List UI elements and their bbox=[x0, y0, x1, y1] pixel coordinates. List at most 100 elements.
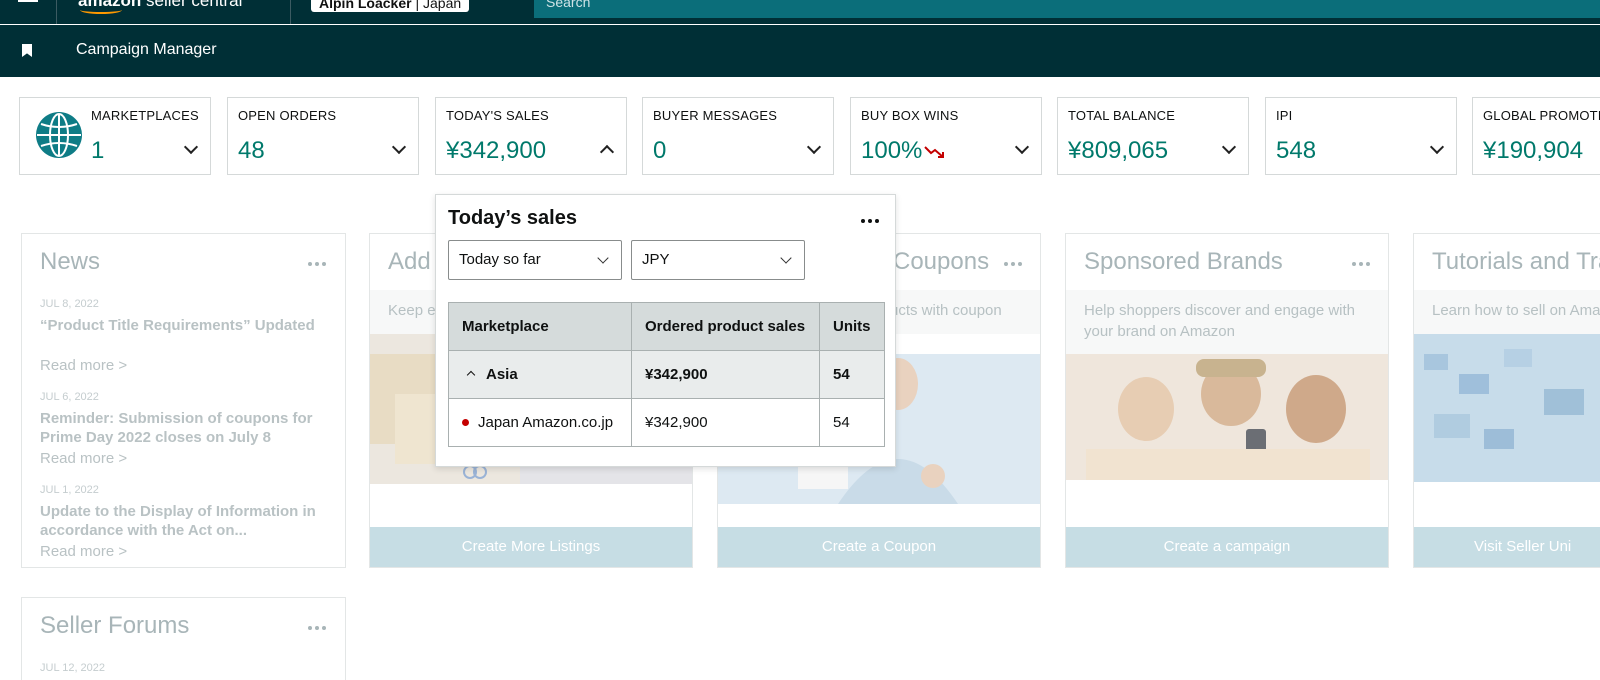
table-header-row: Marketplace Ordered product sales Units bbox=[448, 302, 885, 351]
card-title: Sponsored Brands bbox=[1084, 248, 1283, 275]
seller-forums-card: Seller Forums JUL 12, 2022 bbox=[21, 597, 346, 680]
tile-value: 100% bbox=[861, 137, 923, 164]
more-options-icon[interactable] bbox=[308, 262, 326, 266]
tutorials-image bbox=[1414, 334, 1600, 482]
card-title: Add bbox=[388, 248, 431, 275]
units-cell: 54 bbox=[819, 350, 885, 399]
tile-buy-box-wins[interactable]: BUY BOX WINS 100% bbox=[850, 97, 1042, 175]
sales-cell: ¥342,900 bbox=[631, 398, 820, 447]
create-a-coupon-button[interactable]: Create a Coupon bbox=[718, 527, 1040, 567]
tile-open-orders[interactable]: OPEN ORDERS 48 bbox=[227, 97, 419, 175]
tile-value: 48 bbox=[238, 137, 265, 164]
tile-value-wrapper: 100% bbox=[861, 137, 946, 165]
divider bbox=[56, 0, 57, 24]
chevron-down-icon bbox=[597, 252, 609, 264]
more-options-icon[interactable] bbox=[308, 626, 326, 630]
news-date: JUL 8, 2022 bbox=[40, 298, 99, 310]
read-more-link[interactable]: Read more > bbox=[40, 450, 127, 467]
chevron-down-icon[interactable] bbox=[1221, 139, 1237, 155]
globe-icon bbox=[36, 112, 82, 158]
period-select[interactable]: Today so far bbox=[448, 240, 622, 280]
column-header-units: Units bbox=[819, 302, 885, 351]
chevron-down-icon bbox=[780, 252, 792, 264]
tile-value: 1 bbox=[91, 137, 105, 164]
status-dot-icon bbox=[462, 419, 469, 426]
tile-value: 0 bbox=[653, 137, 667, 164]
chevron-down-icon[interactable] bbox=[391, 139, 407, 155]
visit-seller-university-button[interactable]: Visit Seller Uni bbox=[1414, 527, 1600, 567]
account-name: Alpin Loacker bbox=[319, 0, 412, 11]
table-row-group-asia[interactable]: Asia ¥342,900 54 bbox=[448, 350, 885, 399]
create-more-listings-button[interactable]: Create More Listings bbox=[370, 527, 692, 567]
card-title: Seller Forums bbox=[40, 612, 190, 639]
sales-table: Marketplace Ordered product sales Units … bbox=[448, 302, 885, 447]
todays-sales-popover: Today’s sales Today so far JPY Marketpla… bbox=[435, 194, 896, 467]
tile-value: 548 bbox=[1276, 137, 1317, 164]
chevron-up-icon[interactable] bbox=[466, 370, 476, 380]
tile-value: ¥809,065 bbox=[1068, 137, 1169, 164]
more-options-icon[interactable] bbox=[1004, 262, 1022, 266]
tile-value: ¥342,900 bbox=[446, 137, 547, 164]
tile-total-balance[interactable]: TOTAL BALANCE ¥809,065 bbox=[1057, 97, 1249, 175]
column-header-marketplace: Marketplace bbox=[448, 302, 632, 351]
tile-todays-sales[interactable]: TODAY'S SALES ¥342,900 bbox=[435, 97, 627, 175]
tile-marketplaces[interactable]: MARKETPLACES 1 bbox=[19, 97, 211, 175]
top-navigation-bar: amazon seller central Alpin Loacker | Ja… bbox=[0, 0, 1600, 24]
news-card: News JUL 8, 2022 “Product Title Requirem… bbox=[21, 233, 346, 568]
logo-smile-icon bbox=[80, 6, 122, 14]
card-description: Help shoppers discover and engage with y… bbox=[1066, 290, 1388, 354]
tile-label: BUY BOX WINS bbox=[861, 108, 959, 123]
chevron-down-icon[interactable] bbox=[183, 139, 199, 155]
tile-ipi[interactable]: IPI 548 bbox=[1265, 97, 1457, 175]
account-switcher[interactable]: Alpin Loacker | Japan bbox=[311, 0, 470, 12]
currency-select[interactable]: JPY bbox=[631, 240, 805, 280]
menu-icon[interactable] bbox=[18, 0, 38, 6]
sales-cell: ¥342,900 bbox=[631, 350, 820, 399]
bookmark-icon[interactable] bbox=[22, 44, 32, 57]
tile-label: TODAY'S SALES bbox=[446, 108, 549, 123]
card-description: Learn how to sell on Ama bbox=[1414, 290, 1600, 334]
card-title: Coupons bbox=[893, 248, 990, 275]
tile-label: TOTAL BALANCE bbox=[1068, 108, 1176, 123]
news-headline[interactable]: Reminder: Submission of coupons for Prim… bbox=[40, 409, 330, 447]
chevron-down-icon[interactable] bbox=[806, 139, 822, 155]
news-date: JUL 6, 2022 bbox=[40, 391, 99, 403]
forum-date: JUL 12, 2022 bbox=[40, 662, 106, 674]
trend-down-icon bbox=[924, 145, 945, 158]
period-select-value: Today so far bbox=[459, 251, 541, 268]
tile-label: IPI bbox=[1276, 108, 1293, 123]
tile-global-promotions[interactable]: GLOBAL PROMOTIONS ¥190,904 bbox=[1472, 97, 1600, 175]
tutorials-card: Tutorials and Tra Learn how to sell on A… bbox=[1413, 233, 1600, 568]
friends-phone-image bbox=[1066, 354, 1388, 480]
campaign-manager-link[interactable]: Campaign Manager bbox=[76, 41, 217, 59]
news-headline[interactable]: “Product Title Requirements” Updated bbox=[40, 316, 330, 335]
table-row[interactable]: Japan Amazon.co.jp ¥342,900 54 bbox=[448, 398, 885, 447]
divider bbox=[290, 0, 291, 24]
region-name: Asia bbox=[486, 366, 518, 383]
search-input[interactable]: Search bbox=[534, 0, 1600, 18]
card-title: Tutorials and Tra bbox=[1432, 248, 1600, 275]
more-options-icon[interactable] bbox=[1352, 262, 1370, 266]
news-headline[interactable]: Update to the Display of Information in … bbox=[40, 502, 330, 540]
read-more-link[interactable]: Read more > bbox=[40, 357, 127, 374]
units-cell: 54 bbox=[819, 398, 885, 447]
sponsored-brands-card: Sponsored Brands Help shoppers discover … bbox=[1065, 233, 1389, 568]
chevron-up-icon[interactable] bbox=[599, 144, 615, 160]
marketplace-name: Japan Amazon.co.jp bbox=[478, 414, 614, 431]
account-region: | Japan bbox=[415, 0, 462, 11]
currency-select-value: JPY bbox=[642, 251, 670, 268]
tile-buyer-messages[interactable]: BUYER MESSAGES 0 bbox=[642, 97, 834, 175]
tile-label: BUYER MESSAGES bbox=[653, 108, 778, 123]
more-options-icon[interactable] bbox=[861, 219, 879, 223]
read-more-link[interactable]: Read more > bbox=[40, 543, 127, 560]
tile-label: OPEN ORDERS bbox=[238, 108, 337, 123]
marketplace-cell: Japan Amazon.co.jp bbox=[448, 398, 632, 447]
chevron-down-icon[interactable] bbox=[1014, 139, 1030, 155]
marketplace-cell: Asia bbox=[448, 350, 632, 399]
card-title: News bbox=[40, 248, 101, 275]
chevron-down-icon[interactable] bbox=[1429, 139, 1445, 155]
tile-label: MARKETPLACES bbox=[91, 108, 199, 123]
tile-value: ¥190,904 bbox=[1483, 137, 1584, 164]
create-a-campaign-button[interactable]: Create a campaign bbox=[1066, 527, 1388, 567]
logo-suffix: seller central bbox=[146, 0, 243, 10]
